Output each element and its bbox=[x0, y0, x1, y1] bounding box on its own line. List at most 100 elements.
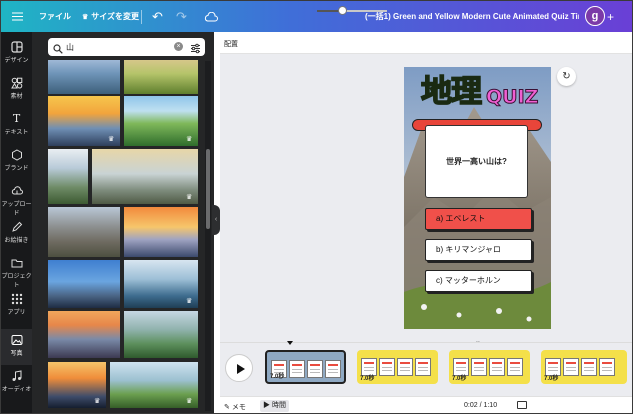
rail-item-design[interactable]: デザイン bbox=[1, 36, 32, 72]
notes-button[interactable]: ✎ メモ bbox=[224, 402, 246, 412]
play-button[interactable] bbox=[225, 354, 253, 382]
photo-thumbnail[interactable] bbox=[48, 311, 120, 358]
crown-icon: ♛ bbox=[186, 298, 193, 305]
photo-thumbnail[interactable]: ♛ bbox=[92, 149, 198, 204]
rail-item-audio[interactable]: オーディオ bbox=[1, 365, 32, 401]
option-a-box[interactable]: a) エベレスト bbox=[425, 208, 532, 230]
timeline-clip[interactable]: 7.0秒 bbox=[265, 350, 346, 384]
redo-icon[interactable]: ↷ bbox=[176, 1, 187, 32]
clip-frame bbox=[415, 358, 431, 376]
notes-icon: ✎ bbox=[224, 404, 230, 411]
clip-duration: 7.0秒 bbox=[270, 374, 285, 380]
rail-label: デザイン bbox=[4, 58, 29, 64]
cloud-save-icon[interactable] bbox=[204, 1, 218, 32]
undo-icon[interactable]: ↶ bbox=[152, 1, 163, 32]
timer-icon: ▶ bbox=[263, 402, 270, 409]
playhead-marker[interactable] bbox=[287, 341, 293, 345]
collapse-panel-button[interactable]: ‹ bbox=[212, 205, 220, 235]
panel-scrollbar-thumb[interactable] bbox=[206, 149, 210, 229]
rail-item-apps[interactable]: アプリ bbox=[1, 288, 32, 324]
playback-time: 0:02 / 1:10 bbox=[464, 402, 498, 409]
rail-label: プロジェクト bbox=[1, 274, 32, 289]
crown-icon: ♛ bbox=[82, 13, 89, 21]
rail-item-draw[interactable]: お絵描き bbox=[1, 216, 32, 252]
timer-label: 時間 bbox=[271, 402, 286, 409]
photo-thumbnail[interactable] bbox=[124, 311, 198, 358]
file-menu-button[interactable]: ファイル bbox=[39, 1, 71, 32]
timeline-clip[interactable]: 7.0秒 bbox=[541, 350, 627, 384]
filter-icon[interactable] bbox=[190, 41, 201, 54]
audio-icon bbox=[11, 370, 23, 382]
crown-icon: ♛ bbox=[108, 136, 115, 143]
text-icon: T bbox=[12, 112, 21, 125]
timeline-clip[interactable]: 7.0秒 bbox=[449, 350, 530, 384]
canva-editor-window: ファイル ♛ サイズを変更 ↶ ↷ (一括1) Green and Yellow… bbox=[0, 0, 633, 414]
crown-icon: ♛ bbox=[186, 194, 193, 201]
photos-icon bbox=[11, 334, 23, 346]
search-icon bbox=[53, 41, 63, 54]
photo-thumbnail[interactable] bbox=[48, 260, 120, 308]
crown-icon: ♛ bbox=[186, 398, 193, 405]
resize-button[interactable]: ♛ サイズを変更 bbox=[82, 1, 139, 32]
clip-frame bbox=[379, 358, 395, 376]
photo-thumbnail[interactable]: ♛ bbox=[124, 96, 198, 146]
arrange-button[interactable]: 配置 bbox=[224, 39, 238, 49]
rail-item-upload[interactable]: アップロード bbox=[1, 180, 32, 217]
hamburger-menu-icon[interactable] bbox=[7, 1, 27, 32]
photo-thumbnail[interactable]: ♛ bbox=[48, 362, 106, 408]
photo-thumbnail[interactable] bbox=[48, 60, 120, 94]
panel-scrollbar-track[interactable] bbox=[205, 61, 211, 411]
title-kanji[interactable]: 地理 bbox=[420, 75, 483, 109]
option-b-box[interactable]: b) キリマンジャロ bbox=[425, 239, 532, 261]
document-title[interactable]: (一括1) Green and Yellow Modern Cute Anima… bbox=[365, 1, 579, 32]
photo-thumbnail[interactable] bbox=[124, 207, 198, 257]
photo-thumbnail[interactable]: ♛ bbox=[124, 260, 198, 308]
rail-label: オーディオ bbox=[1, 387, 32, 393]
add-collaborator-button[interactable]: + bbox=[607, 1, 614, 32]
refresh-icon[interactable]: ↻ bbox=[557, 67, 576, 86]
folder-icon bbox=[11, 257, 23, 269]
user-avatar[interactable]: g bbox=[585, 6, 605, 26]
rail-item-brand[interactable]: ブランド bbox=[1, 144, 32, 180]
clip-frame bbox=[471, 358, 487, 376]
timeline-clip[interactable]: 7.0秒 bbox=[357, 350, 438, 384]
question-text: 世界一高い山は? bbox=[446, 157, 507, 166]
photo-thumbnail[interactable] bbox=[48, 207, 120, 257]
clip-frame bbox=[307, 360, 323, 378]
zoom-slider-knob[interactable] bbox=[338, 6, 347, 15]
clip-duration: 7.0秒 bbox=[360, 376, 375, 382]
crown-icon: ♛ bbox=[94, 398, 101, 405]
rail-item-elements[interactable]: 素材 bbox=[1, 72, 32, 108]
title-quiz[interactable]: QUIZ bbox=[485, 87, 538, 108]
resize-label: サイズを変更 bbox=[91, 12, 140, 21]
clip-frame bbox=[599, 358, 615, 376]
clip-frame bbox=[507, 358, 523, 376]
rail-item-projects[interactable]: プロジェクト bbox=[1, 252, 32, 289]
photo-thumbnail[interactable]: ♛ bbox=[110, 362, 198, 408]
rail-label: アプリ bbox=[7, 310, 26, 316]
question-card[interactable]: 世界一高い山は? bbox=[425, 125, 528, 198]
elements-icon bbox=[10, 77, 23, 89]
bottom-bar: ✎ メモ ▶ 時間 0:02 / 1:10 bbox=[220, 396, 632, 413]
crown-icon: ♛ bbox=[186, 136, 193, 143]
clip-frame bbox=[563, 358, 579, 376]
design-icon bbox=[10, 41, 23, 53]
top-bar: ファイル ♛ サイズを変更 ↶ ↷ (一括1) Green and Yellow… bbox=[1, 1, 632, 32]
toolbar-divider bbox=[141, 10, 142, 24]
page-view-icon[interactable] bbox=[517, 401, 527, 409]
search-input[interactable]: 山 × bbox=[48, 38, 205, 56]
rail-item-text[interactable]: T テキスト bbox=[1, 108, 32, 144]
clip-frame bbox=[397, 358, 413, 376]
timer-button[interactable]: ▶ 時間 bbox=[260, 400, 289, 412]
clip-frame bbox=[581, 358, 597, 376]
photo-thumbnail[interactable] bbox=[48, 149, 88, 204]
clip-duration: 7.0秒 bbox=[544, 376, 559, 382]
photo-thumbnail[interactable]: ♛ bbox=[48, 96, 120, 146]
rail-item-photos[interactable]: 写真 bbox=[1, 329, 32, 365]
clip-frame bbox=[489, 358, 505, 376]
clip-frame bbox=[325, 360, 341, 378]
rail-label: お絵描き bbox=[4, 238, 29, 244]
clear-icon[interactable]: × bbox=[174, 42, 183, 51]
photo-thumbnail[interactable] bbox=[124, 60, 198, 94]
option-c-box[interactable]: c) マッターホルン bbox=[425, 270, 532, 292]
